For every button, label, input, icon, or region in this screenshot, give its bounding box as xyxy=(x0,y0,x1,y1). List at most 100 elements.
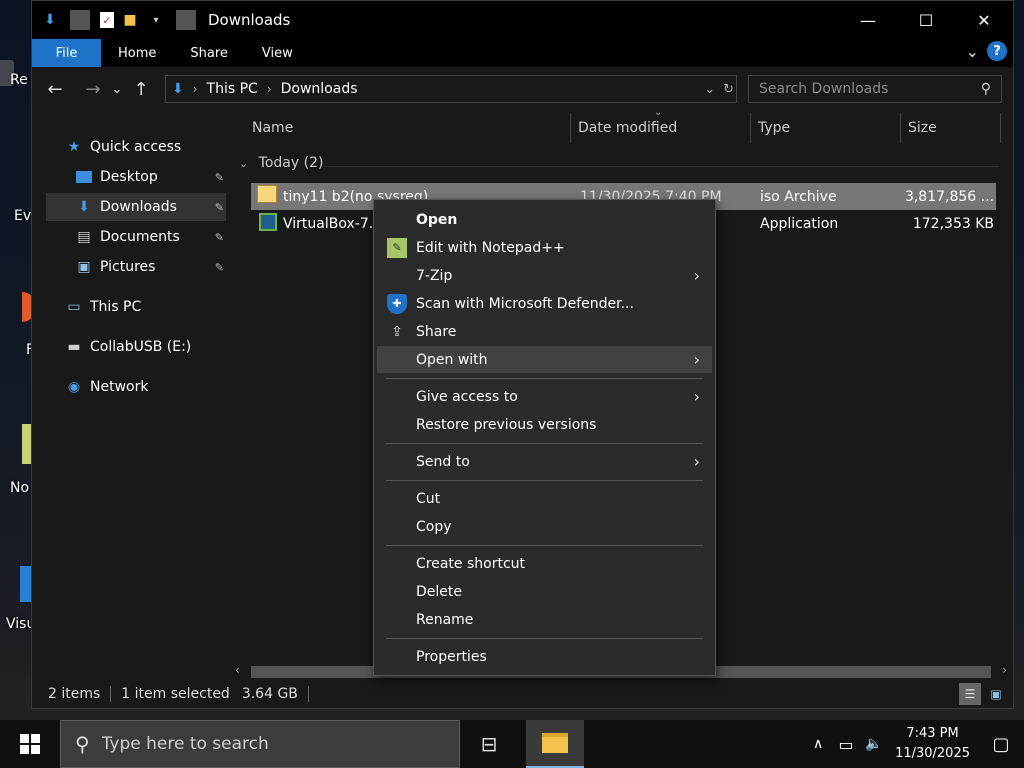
up-button[interactable]: ↑ xyxy=(126,74,156,104)
column-divider[interactable] xyxy=(570,113,571,143)
tab-home[interactable]: Home xyxy=(101,39,173,67)
share-icon: ⇪ xyxy=(391,323,403,340)
breadcrumb-downloads[interactable]: Downloads xyxy=(281,81,358,97)
column-name[interactable]: Name xyxy=(252,111,293,145)
close-button[interactable]: ✕ xyxy=(955,1,1013,39)
breadcrumb-separator: › xyxy=(266,82,272,96)
customize-toolbar-icon[interactable]: ▾ xyxy=(146,10,166,30)
clock[interactable]: 7:43 PM 11/30/2025 xyxy=(887,724,978,764)
menu-item-send-to[interactable]: Send to › xyxy=(377,448,712,475)
column-size[interactable]: Size xyxy=(908,111,937,145)
menu-item-open-with[interactable]: Open with › xyxy=(377,346,712,373)
nav-this-pc[interactable]: ▭ This PC xyxy=(64,293,141,321)
navigation-pane: ★ Quick access Desktop ✎ ⬇ Downloads ✎ ▤… xyxy=(32,111,229,680)
nav-label: Downloads xyxy=(100,199,177,215)
menu-item-cut[interactable]: Cut xyxy=(377,485,712,512)
menu-item-scan-defender[interactable]: ✚ Scan with Microsoft Defender... xyxy=(377,290,712,317)
menu-separator xyxy=(386,638,703,639)
task-view-icon[interactable]: ⊟ xyxy=(460,720,518,768)
address-actions: ⌄ ↻ xyxy=(704,82,734,97)
desktop-icon xyxy=(74,168,94,186)
network-icon[interactable]: ▭ xyxy=(831,735,861,754)
maximize-button[interactable]: ☐ xyxy=(897,1,955,39)
menu-label: Restore previous versions xyxy=(416,416,597,433)
downloads-folder-icon: ⬇ xyxy=(172,81,184,97)
menu-label: Create shortcut xyxy=(416,555,526,572)
menu-item-rename[interactable]: Rename xyxy=(377,606,712,633)
desktop-icon-recycle-bin[interactable]: Re xyxy=(0,60,34,88)
menu-label: 7-Zip xyxy=(416,267,453,284)
chevron-right-icon: › xyxy=(693,350,700,369)
group-header-today[interactable]: ⌄ Today (2) xyxy=(239,155,323,171)
taskbar-search-input[interactable] xyxy=(101,734,442,754)
menu-label: Copy xyxy=(416,518,452,535)
menu-item-delete[interactable]: Delete xyxy=(377,578,712,605)
column-divider[interactable] xyxy=(900,113,901,143)
column-divider[interactable] xyxy=(1000,113,1001,143)
details-view-icon[interactable]: ☰ xyxy=(959,683,981,705)
nav-label: This PC xyxy=(90,299,142,315)
menu-item-share[interactable]: ⇪ Share xyxy=(377,318,712,345)
nav-network[interactable]: ◉ Network xyxy=(64,373,149,401)
refresh-icon[interactable]: ↻ xyxy=(723,82,734,97)
nav-quick-access[interactable]: ★ Quick access xyxy=(64,133,182,161)
volume-muted-icon[interactable]: 🔈 xyxy=(861,736,887,752)
chevron-right-icon: › xyxy=(693,452,700,471)
search-icon: ⚲ xyxy=(75,732,90,756)
menu-item-open[interactable]: Open xyxy=(377,206,712,233)
column-type[interactable]: Type xyxy=(758,111,790,145)
address-bar[interactable]: ⬇ › This PC › Downloads ⌄ ↻ xyxy=(165,75,737,103)
computer-icon: ▭ xyxy=(67,299,81,315)
nav-usb-drive[interactable]: ▬ CollabUSB (E:) xyxy=(64,333,191,361)
pictures-icon: ▣ xyxy=(77,259,91,275)
recent-locations-button[interactable]: ⌄ xyxy=(108,74,126,104)
menu-item-7zip[interactable]: 7-Zip › xyxy=(377,262,712,289)
menu-item-properties[interactable]: Properties xyxy=(377,643,712,670)
network-icon: ◉ xyxy=(67,379,81,395)
selection-size: 3.64 GB xyxy=(241,686,298,702)
forward-button[interactable]: → xyxy=(78,74,108,104)
minimize-button[interactable]: — xyxy=(839,1,897,39)
tab-share[interactable]: Share xyxy=(173,39,245,67)
pin-icon: ✎ xyxy=(214,230,224,244)
address-dropdown-icon[interactable]: ⌄ xyxy=(704,82,715,97)
help-icon[interactable]: ? xyxy=(987,41,1007,61)
search-input[interactable] xyxy=(759,81,969,97)
menu-item-copy[interactable]: Copy xyxy=(377,513,712,540)
start-button[interactable] xyxy=(0,720,60,768)
chevron-up-icon[interactable]: ∧ xyxy=(805,736,831,752)
scroll-left-icon[interactable]: ‹ xyxy=(235,663,240,677)
desktop-icon-label: Re xyxy=(10,72,28,88)
large-icons-view-icon[interactable]: ▣ xyxy=(985,683,1007,705)
taskbar-search[interactable]: ⚲ xyxy=(60,720,460,768)
scroll-right-icon[interactable]: › xyxy=(1002,663,1007,677)
menu-item-give-access[interactable]: Give access to › xyxy=(377,383,712,410)
view-toggle: ☰ ▣ xyxy=(959,683,1007,705)
menu-item-edit-notepad[interactable]: ✎ Edit with Notepad++ xyxy=(377,234,712,261)
menu-label: Give access to xyxy=(416,388,518,405)
new-folder-icon[interactable]: ■ xyxy=(120,10,140,30)
expand-ribbon-icon[interactable]: ⌄ xyxy=(966,42,979,61)
downloads-icon: ⬇ xyxy=(78,199,90,215)
nav-documents[interactable]: ▤ Documents ✎ xyxy=(74,223,224,251)
properties-icon[interactable]: ✓ xyxy=(100,12,114,28)
shield-icon: ✚ xyxy=(387,293,407,314)
menu-label: Delete xyxy=(416,583,462,600)
tab-view[interactable]: View xyxy=(245,39,310,67)
breadcrumb-this-pc[interactable]: This PC xyxy=(207,81,258,97)
nav-downloads[interactable]: ⬇ Downloads ✎ xyxy=(46,193,226,221)
nav-desktop[interactable]: Desktop ✎ xyxy=(74,163,224,191)
nav-pictures[interactable]: ▣ Pictures ✎ xyxy=(74,253,224,281)
search-box[interactable]: ⚲ xyxy=(748,75,1002,103)
system-tray: ∧ ▭ 🔈 7:43 PM 11/30/2025 ▢ xyxy=(805,720,1024,768)
context-menu: Open ✎ Edit with Notepad++ 7-Zip › ✚ Sca… xyxy=(373,199,716,676)
nav-label: Pictures xyxy=(100,259,156,275)
notifications-icon[interactable]: ▢ xyxy=(978,734,1024,755)
file-explorer-taskbar-icon[interactable] xyxy=(526,720,584,768)
menu-item-restore-versions[interactable]: Restore previous versions xyxy=(377,411,712,438)
tab-file[interactable]: File xyxy=(32,39,101,67)
menu-item-create-shortcut[interactable]: Create shortcut xyxy=(377,550,712,577)
menu-label: Properties xyxy=(416,648,487,665)
back-button[interactable]: ← xyxy=(40,74,70,104)
column-divider[interactable] xyxy=(750,113,751,143)
